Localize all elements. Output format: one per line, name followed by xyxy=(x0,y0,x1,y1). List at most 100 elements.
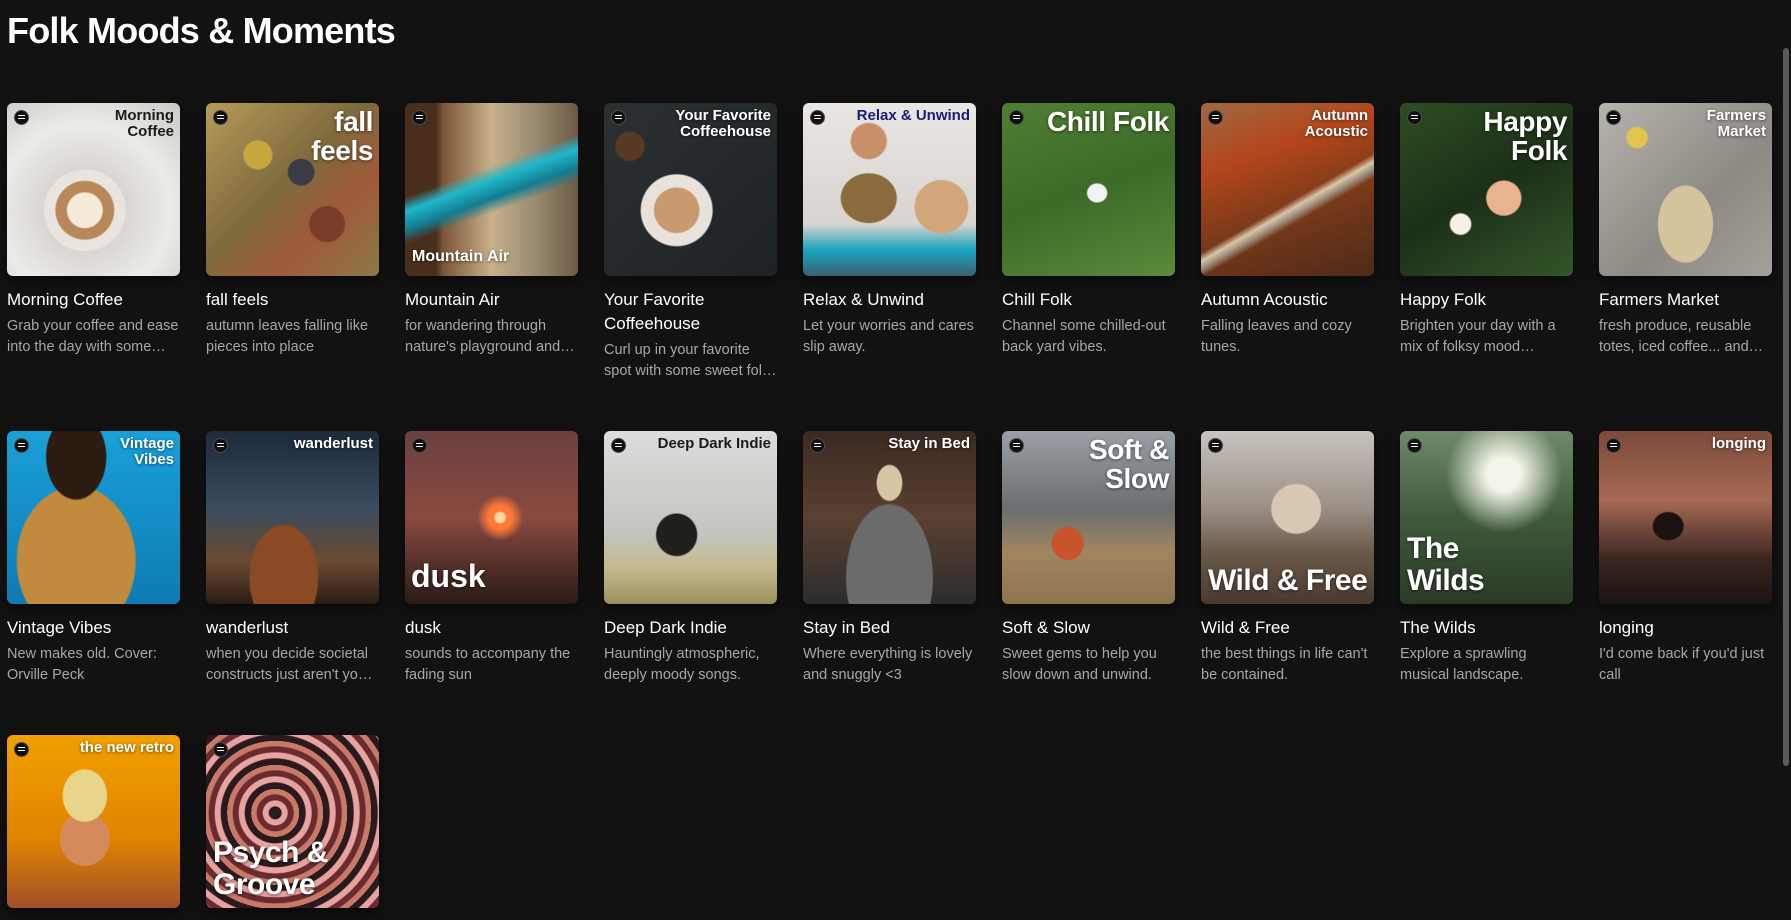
playlist-description: New makes old. Cover: Orville Peck xyxy=(7,646,157,683)
cover-image xyxy=(803,431,976,604)
playlist-description: Explore a sprawling musical landscape. xyxy=(1400,646,1527,683)
playlist-cover[interactable]: Soft & Slow xyxy=(1002,431,1175,604)
playlist-title[interactable]: Farmers Market xyxy=(1599,288,1772,312)
playlist-cover[interactable]: Vintage Vibes xyxy=(7,431,180,604)
playlist-card[interactable]: Your Favorite Coffeehouse Your Favorite C… xyxy=(604,103,777,431)
cover-title-text: Stay in Bed xyxy=(888,435,970,452)
playlist-card[interactable]: the new retro xyxy=(7,735,180,920)
playlist-cover[interactable]: the new retro xyxy=(7,735,180,908)
cover-image xyxy=(7,735,180,908)
cover-title-text: The Wilds xyxy=(1407,532,1485,597)
playlist-cover[interactable]: Your Favorite Coffeehouse xyxy=(604,103,777,276)
playlist-title[interactable]: longing xyxy=(1599,616,1772,640)
playlist-title[interactable]: Autumn Acoustic xyxy=(1201,288,1374,312)
playlist-title[interactable]: Wild & Free xyxy=(1201,616,1374,640)
cover-title-text: fall feels xyxy=(311,106,373,167)
cover-image xyxy=(803,103,976,276)
playlist-description: Falling leaves and cozy tunes. xyxy=(1201,318,1352,355)
playlist-cover[interactable]: Morning Coffee xyxy=(7,103,180,276)
cover-title-text: Mountain Air xyxy=(412,248,510,266)
playlist-cover[interactable]: The Wilds xyxy=(1400,431,1573,604)
spotify-logo-icon xyxy=(213,438,228,453)
spotify-logo-icon xyxy=(611,110,626,125)
playlist-title[interactable]: Happy Folk xyxy=(1400,288,1573,312)
playlist-title[interactable]: Deep Dark Indie xyxy=(604,616,777,640)
cover-title-text: Vintage Vibes xyxy=(120,435,174,468)
playlist-card[interactable]: Happy Folk Happy Folk Brighten your day wi… xyxy=(1400,103,1573,431)
playlist-title[interactable]: Chill Folk xyxy=(1002,288,1175,312)
playlist-title[interactable]: Stay in Bed xyxy=(803,616,976,640)
cover-title-text: the new retro xyxy=(79,739,174,756)
spotify-logo-icon xyxy=(213,742,228,757)
playlist-description: for wandering through nature's playgroun… xyxy=(405,318,561,355)
playlist-card[interactable]: Mountain Air Mountain Air for wandering th… xyxy=(405,103,578,431)
cover-image xyxy=(1599,431,1772,604)
cover-title-text: Autumn Acoustic xyxy=(1304,107,1368,140)
playlist-card[interactable]: Soft & Slow Soft & Slow Sweet gems to help… xyxy=(1002,431,1175,735)
playlist-cover[interactable]: Relax & Unwind xyxy=(803,103,976,276)
playlist-title[interactable]: Vintage Vibes xyxy=(7,616,180,640)
spotify-logo-icon xyxy=(810,438,825,453)
vertical-scrollbar[interactable] xyxy=(1783,48,1789,766)
playlist-card[interactable]: Morning Coffee Morning Coffee Grab your co… xyxy=(7,103,180,431)
playlist-card[interactable]: wanderlust wanderlust when you decide soci… xyxy=(206,431,379,735)
playlist-description: Let your worries and cares slip away. xyxy=(803,318,974,355)
playlist-title[interactable]: dusk xyxy=(405,616,578,640)
playlist-description: autumn leaves falling like pieces into p… xyxy=(206,318,369,355)
spotify-logo-icon xyxy=(810,110,825,125)
playlist-title[interactable]: fall feels xyxy=(206,288,379,312)
playlist-card[interactable]: Deep Dark Indie Deep Dark Indie Hauntingly… xyxy=(604,431,777,735)
spotify-logo-icon xyxy=(1009,110,1024,125)
playlist-cover[interactable]: Farmers Market xyxy=(1599,103,1772,276)
playlist-cover[interactable]: wanderlust xyxy=(206,431,379,604)
playlist-title[interactable]: Soft & Slow xyxy=(1002,616,1175,640)
playlist-card[interactable]: Vintage Vibes Vintage Vibes New makes old.… xyxy=(7,431,180,735)
playlist-card[interactable]: Chill Folk Chill Folk Channel some chilled… xyxy=(1002,103,1175,431)
playlist-cover[interactable]: Deep Dark Indie xyxy=(604,431,777,604)
spotify-logo-icon xyxy=(1407,110,1422,125)
playlist-card[interactable]: Relax & Unwind Relax & Unwind Let your wor… xyxy=(803,103,976,431)
playlist-cover[interactable]: Autumn Acoustic xyxy=(1201,103,1374,276)
playlist-cover[interactable]: Chill Folk xyxy=(1002,103,1175,276)
playlist-card[interactable]: dusk dusk sounds to accompany the fading s… xyxy=(405,431,578,735)
playlist-description: when you decide societal constructs just… xyxy=(206,646,371,683)
playlist-description: Curl up in your favorite spot with some … xyxy=(604,342,770,379)
cover-title-text: Chill Folk xyxy=(1046,106,1169,137)
cover-title-text: Wild & Free xyxy=(1208,563,1368,597)
playlist-cover[interactable]: fall feels xyxy=(206,103,379,276)
cover-title-text: dusk xyxy=(411,558,486,595)
playlist-cover[interactable]: Psych & Groove xyxy=(206,735,379,908)
spotify-logo-icon xyxy=(14,438,29,453)
spotify-logo-icon xyxy=(1208,110,1223,125)
playlist-card[interactable]: fall feels fall feels autumn leaves fallin… xyxy=(206,103,379,431)
playlist-cover[interactable]: Stay in Bed xyxy=(803,431,976,604)
playlist-cover[interactable]: Wild & Free xyxy=(1201,431,1374,604)
playlist-grid: Morning Coffee Morning Coffee Grab your co… xyxy=(7,103,1772,920)
playlist-cover[interactable]: longing xyxy=(1599,431,1772,604)
playlist-cover[interactable]: dusk xyxy=(405,431,578,604)
playlist-cover[interactable]: Mountain Air xyxy=(405,103,578,276)
playlist-description: Brighten your day with a mix of folksy m… xyxy=(1400,318,1556,355)
playlist-card[interactable]: Psych & Groove xyxy=(206,735,379,920)
cover-title-text: Morning Coffee xyxy=(114,107,174,140)
playlist-card[interactable]: Autumn Acoustic Autumn Acoustic Falling le… xyxy=(1201,103,1374,431)
cover-title-text: Relax & Unwind xyxy=(856,107,970,124)
playlist-title[interactable]: Relax & Unwind xyxy=(803,288,976,312)
playlist-card[interactable]: Farmers Market Farmers Market fresh produc… xyxy=(1599,103,1772,431)
cover-title-text: Deep Dark Indie xyxy=(657,435,771,452)
spotify-logo-icon xyxy=(14,742,29,757)
spotify-logo-icon xyxy=(611,438,626,453)
playlist-card[interactable]: The Wilds The Wilds Explore a sprawling mu… xyxy=(1400,431,1573,735)
playlist-title[interactable]: The Wilds xyxy=(1400,616,1573,640)
playlist-description: Channel some chilled-out back yard vibes… xyxy=(1002,318,1166,355)
playlist-card[interactable]: Wild & Free Wild & Free the best things in… xyxy=(1201,431,1374,735)
playlist-description: the best things in life can't be contain… xyxy=(1201,646,1368,683)
playlist-title[interactable]: Your Favorite Coffeehouse xyxy=(604,288,777,336)
cover-title-text: Psych & Groove xyxy=(213,836,328,901)
playlist-cover[interactable]: Happy Folk xyxy=(1400,103,1573,276)
playlist-title[interactable]: Morning Coffee xyxy=(7,288,180,312)
playlist-title[interactable]: Mountain Air xyxy=(405,288,578,312)
playlist-title[interactable]: wanderlust xyxy=(206,616,379,640)
playlist-card[interactable]: Stay in Bed Stay in Bed Where everything i… xyxy=(803,431,976,735)
playlist-card[interactable]: longing longing I'd come back if you'd jus… xyxy=(1599,431,1772,735)
